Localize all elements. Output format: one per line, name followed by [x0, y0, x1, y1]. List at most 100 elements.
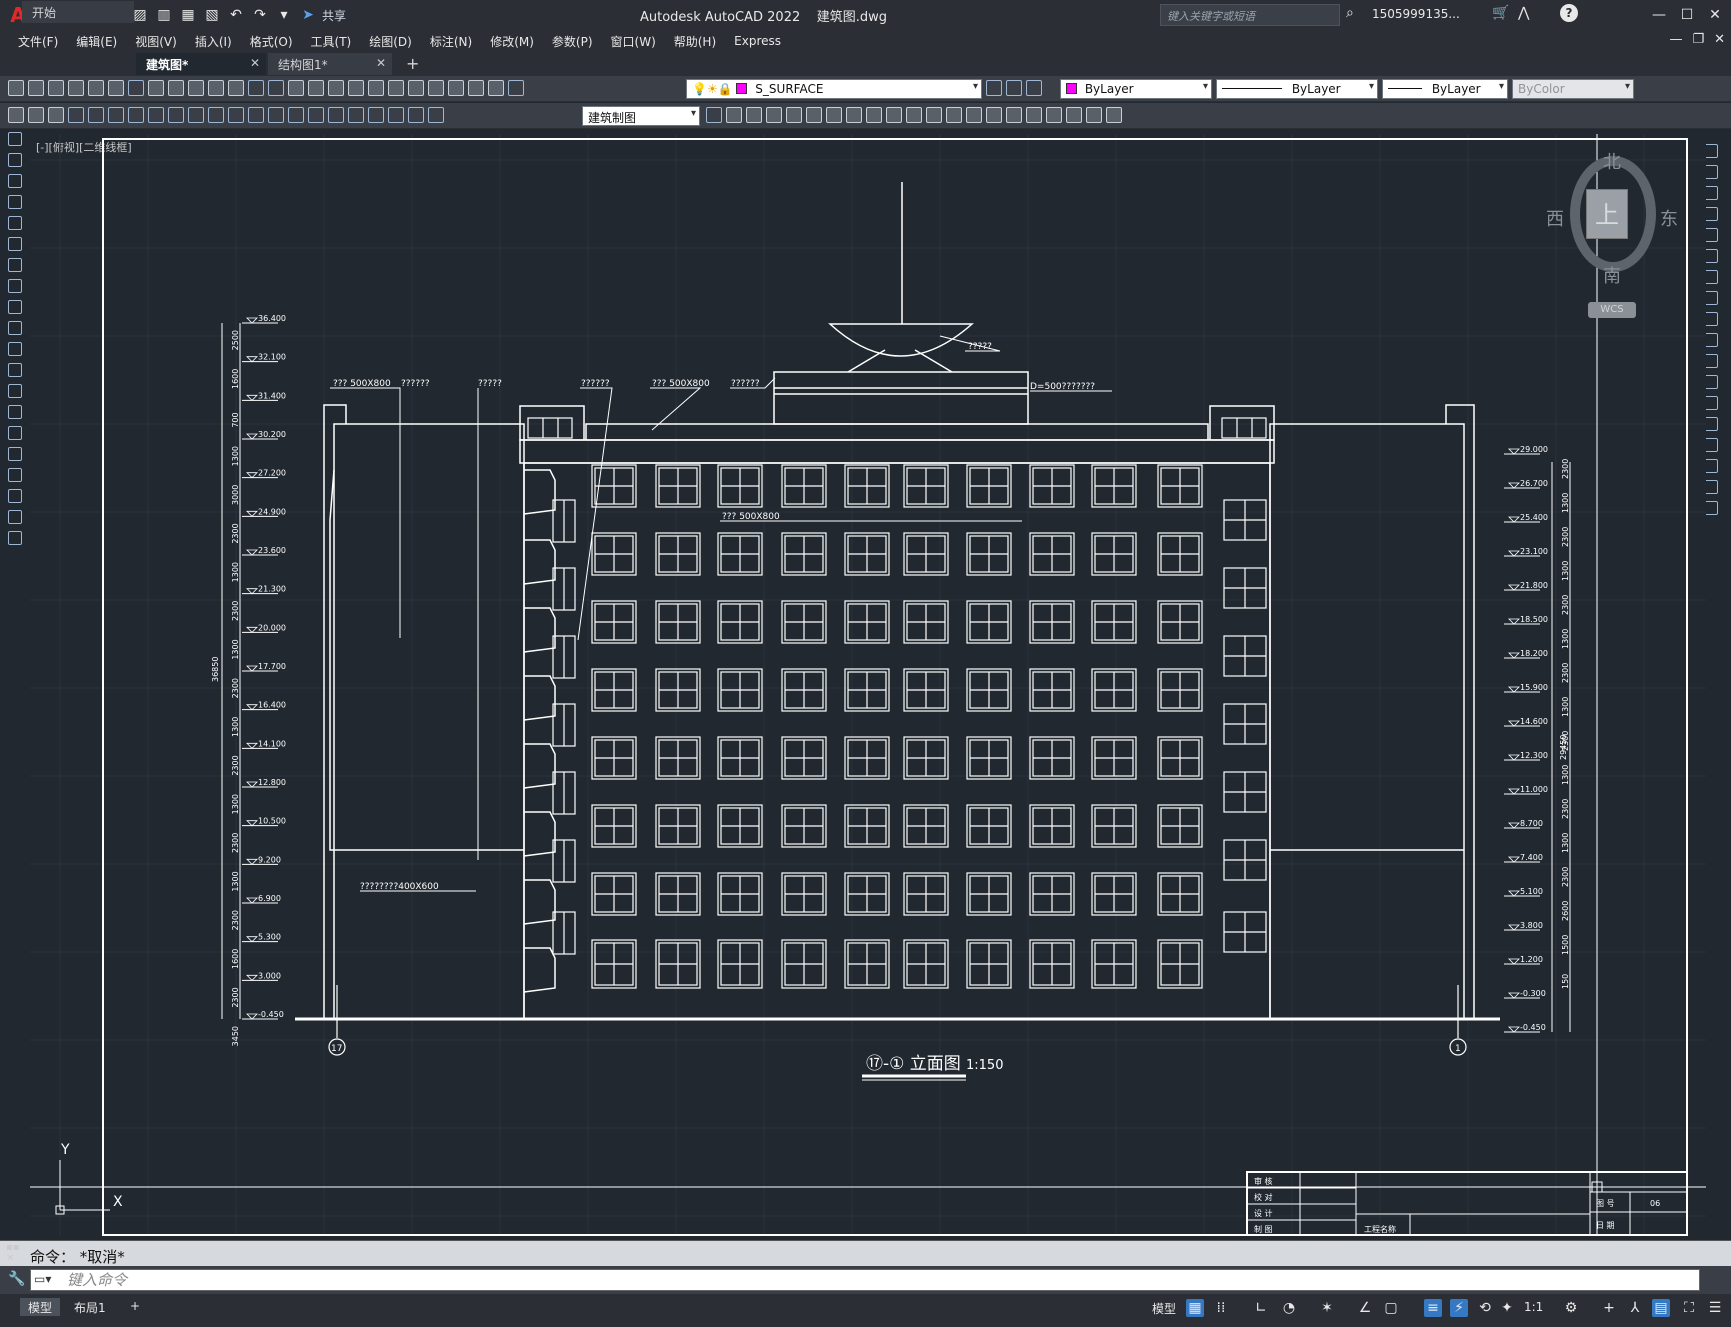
mirror-icon[interactable]	[1704, 186, 1718, 200]
view-icon-12[interactable]	[946, 107, 962, 123]
ellipse-icon[interactable]	[8, 321, 22, 335]
tab-close-icon[interactable]: ✕	[376, 56, 386, 70]
design-center-icon[interactable]	[388, 80, 404, 96]
linear-dimension-icon[interactable]	[68, 107, 84, 123]
layer-previous-icon[interactable]	[1026, 80, 1042, 96]
gradient-icon[interactable]	[8, 447, 22, 461]
view-icon-20[interactable]	[1106, 107, 1122, 123]
view-icon-18[interactable]	[1066, 107, 1082, 123]
close-window-button[interactable]: ✕	[1703, 3, 1727, 27]
layer-match-icon[interactable]	[1006, 80, 1022, 96]
rectangle-icon[interactable]	[8, 216, 22, 230]
view-icon-7[interactable]	[846, 107, 862, 123]
radius-icon[interactable]	[148, 107, 164, 123]
blend-icon[interactable]	[1704, 480, 1718, 494]
view-icon-6[interactable]	[826, 107, 842, 123]
angular-icon[interactable]	[208, 107, 224, 123]
polyline-icon[interactable]	[8, 174, 22, 188]
properties-icon[interactable]	[368, 80, 384, 96]
color-dropdown[interactable]: ByLayer ▾	[1060, 79, 1212, 99]
viewport-controls[interactable]: [-][俯视][二维线框]	[36, 139, 132, 155]
continue-icon[interactable]	[268, 107, 284, 123]
search-input[interactable]: 键入关键字或短语	[1160, 4, 1340, 26]
layer-dropdown[interactable]: 💡☀🔒 S_SURFACE ▾	[686, 79, 982, 99]
dimension-text-edit-icon[interactable]	[428, 107, 444, 123]
extend-icon[interactable]	[1704, 354, 1718, 368]
markup-icon[interactable]	[448, 80, 464, 96]
view-icon-16[interactable]	[1026, 107, 1042, 123]
undo-icon[interactable]	[248, 80, 264, 96]
tab-close-icon[interactable]: ✕	[250, 56, 260, 70]
snap-icon[interactable]: ⁞⁞	[1212, 1299, 1230, 1317]
cut-icon[interactable]	[148, 80, 164, 96]
menu-format[interactable]: 格式(O)	[250, 33, 293, 50]
copy-object-icon[interactable]	[1704, 165, 1718, 179]
spline-icon[interactable]	[8, 300, 22, 314]
jogged-linear-icon[interactable]	[388, 107, 404, 123]
match-properties-icon[interactable]	[208, 80, 224, 96]
menu-draw[interactable]: 绘图(D)	[369, 33, 412, 50]
menu-express[interactable]: Express	[734, 34, 781, 48]
center-mark-icon[interactable]	[348, 107, 364, 123]
explode-icon[interactable]	[1704, 501, 1718, 515]
menu-tools[interactable]: 工具(T)	[311, 33, 352, 50]
print-icon[interactable]: ▧	[202, 5, 222, 25]
new-tab-plus-icon[interactable]: +	[406, 54, 419, 73]
redo-icon[interactable]: ↷	[250, 5, 270, 25]
menu-help[interactable]: 帮助(H)	[674, 33, 716, 50]
view-icon-14[interactable]	[986, 107, 1002, 123]
region-icon[interactable]	[8, 468, 22, 482]
stretch-icon[interactable]	[1704, 312, 1718, 326]
view-icon-13[interactable]	[966, 107, 982, 123]
share-label[interactable]: 共享	[322, 7, 346, 24]
circle-icon[interactable]	[8, 258, 22, 272]
customization-icon[interactable]: ☰	[1706, 1299, 1724, 1317]
doc-minimize-button[interactable]: —	[1669, 32, 1682, 47]
ellipse-arc-icon[interactable]	[8, 342, 22, 356]
viewcube-south[interactable]: 南	[1603, 262, 1621, 288]
ordinate-icon[interactable]	[128, 107, 144, 123]
diameter-icon[interactable]	[188, 107, 204, 123]
view-icon-17[interactable]	[1046, 107, 1062, 123]
array-icon[interactable]	[1704, 228, 1718, 242]
line-icon[interactable]	[8, 132, 22, 146]
plot-icon[interactable]	[68, 80, 84, 96]
3d-print-icon[interactable]	[128, 80, 144, 96]
view-icon-5[interactable]	[806, 107, 822, 123]
cart-icon[interactable]: 🛒	[1492, 5, 1509, 21]
autodesk-app-icon[interactable]: ⋀	[1518, 5, 1529, 21]
rotate-icon[interactable]	[1704, 270, 1718, 284]
view-icon-10[interactable]	[906, 107, 922, 123]
recent-commands-icon[interactable]: ▭▾	[34, 1272, 51, 1286]
tool-icon-3[interactable]	[48, 107, 64, 123]
publish-icon[interactable]: ▥	[154, 5, 174, 25]
dimension-edit-icon[interactable]	[408, 107, 424, 123]
tool-icon-1[interactable]	[8, 107, 24, 123]
help-icon[interactable]: ?	[1560, 4, 1578, 22]
linetype-dropdown[interactable]: ByLayer ▾	[1216, 79, 1378, 99]
revision-cloud-icon[interactable]	[8, 279, 22, 293]
add-selected-icon[interactable]	[8, 531, 22, 545]
hatch-icon[interactable]	[8, 426, 22, 440]
calculator-icon[interactable]	[468, 80, 484, 96]
point-icon[interactable]	[8, 405, 22, 419]
erase-icon[interactable]	[1704, 144, 1718, 158]
view-icon-11[interactable]	[926, 107, 942, 123]
ortho-icon[interactable]: ∟	[1252, 1299, 1270, 1317]
menu-view[interactable]: 视图(V)	[135, 33, 177, 50]
aligned-dimension-icon[interactable]	[88, 107, 104, 123]
view-icon-3[interactable]	[766, 107, 782, 123]
isodraft-icon[interactable]: ✶	[1318, 1299, 1336, 1317]
model-space-toggle[interactable]: 模型	[1152, 1300, 1176, 1317]
customize-wrench-icon[interactable]: 🔧	[8, 1271, 25, 1287]
save-icon[interactable]	[48, 80, 64, 96]
insert-block-icon[interactable]	[8, 363, 22, 377]
break-icon[interactable]	[308, 107, 324, 123]
block-editor-icon[interactable]	[228, 80, 244, 96]
paste-icon[interactable]	[188, 80, 204, 96]
dynamic-ucs-icon[interactable]: ⚡	[1450, 1299, 1468, 1317]
arc-length-icon[interactable]	[108, 107, 124, 123]
arc-icon[interactable]	[8, 237, 22, 251]
selection-cycling-icon[interactable]: ⟲	[1476, 1299, 1494, 1317]
scale-icon[interactable]	[1704, 291, 1718, 305]
